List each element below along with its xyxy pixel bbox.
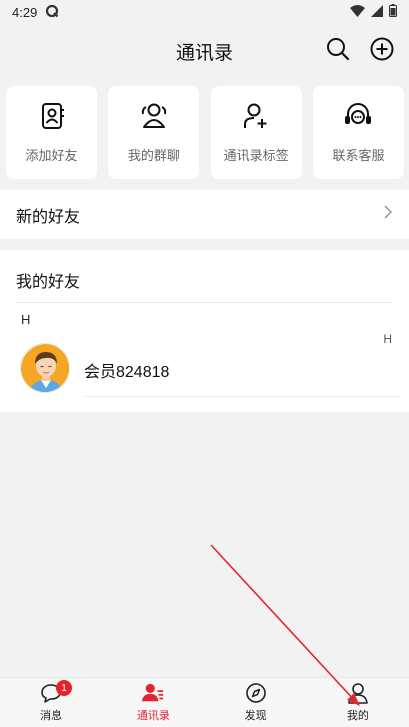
card-label: 我的群聊 <box>127 148 180 163</box>
contact-book-icon <box>37 101 67 131</box>
wifi-icon <box>350 4 365 20</box>
divider <box>84 396 400 397</box>
friends-section: 我的好友 H H 会员824818 <box>0 250 409 412</box>
contacts-icon <box>142 682 164 704</box>
avatar <box>20 343 70 393</box>
friend-name: 会员824818 <box>84 364 170 381</box>
friend-row[interactable]: 会员824818 <box>0 340 409 398</box>
user-icon <box>347 682 369 704</box>
add-friend-card[interactable]: 添加好友 <box>6 86 97 179</box>
status-left: 4:29 <box>12 4 59 21</box>
new-friends-row[interactable]: 新的好友 <box>0 190 409 239</box>
divider <box>16 302 393 303</box>
chevron-right-icon <box>383 204 393 225</box>
tag-user-icon <box>241 101 271 131</box>
compass-icon <box>245 682 267 704</box>
unread-badge: 1 <box>56 680 72 696</box>
header-actions <box>325 36 395 62</box>
tab-messages[interactable]: 消息 1 <box>0 678 102 727</box>
tab-discover[interactable]: 发现 <box>205 678 307 727</box>
tab-label: 我的 <box>346 710 369 722</box>
signal-icon <box>371 4 383 20</box>
battery-icon <box>389 4 397 20</box>
tab-label: 发现 <box>244 710 267 722</box>
card-label: 通讯录标签 <box>223 148 289 163</box>
tab-me[interactable]: 我的 <box>307 678 409 727</box>
card-label: 联系客服 <box>332 148 385 163</box>
bottom-tab-bar: 消息 1 通讯录 发现 我的 <box>0 677 409 727</box>
tab-label: 消息 <box>40 710 63 722</box>
card-label: 添加好友 <box>25 148 78 163</box>
app-notification-icon <box>45 4 59 21</box>
friends-title: 我的好友 <box>16 274 81 291</box>
group-letter: H <box>21 312 31 327</box>
header: 通讯录 <box>0 24 409 78</box>
tab-label: 通讯录 <box>136 710 170 722</box>
shortcut-cards: 添加好友 我的群聊 通讯录标签 联系客服 <box>6 86 404 179</box>
group-icon <box>139 101 169 131</box>
status-time: 4:29 <box>12 4 38 20</box>
status-right <box>350 4 397 20</box>
search-icon[interactable] <box>325 36 351 62</box>
page-title: 通讯录 <box>175 42 233 64</box>
status-bar: 4:29 <box>0 0 409 24</box>
new-friends-label: 新的好友 <box>16 208 81 226</box>
my-groups-card[interactable]: 我的群聊 <box>108 86 200 179</box>
headset-chat-icon <box>343 101 373 131</box>
plus-circle-icon[interactable] <box>369 36 395 62</box>
tab-contacts[interactable]: 通讯录 <box>102 678 204 727</box>
contact-tags-card[interactable]: 通讯录标签 <box>210 86 302 179</box>
customer-service-card[interactable]: 联系客服 <box>312 86 404 179</box>
